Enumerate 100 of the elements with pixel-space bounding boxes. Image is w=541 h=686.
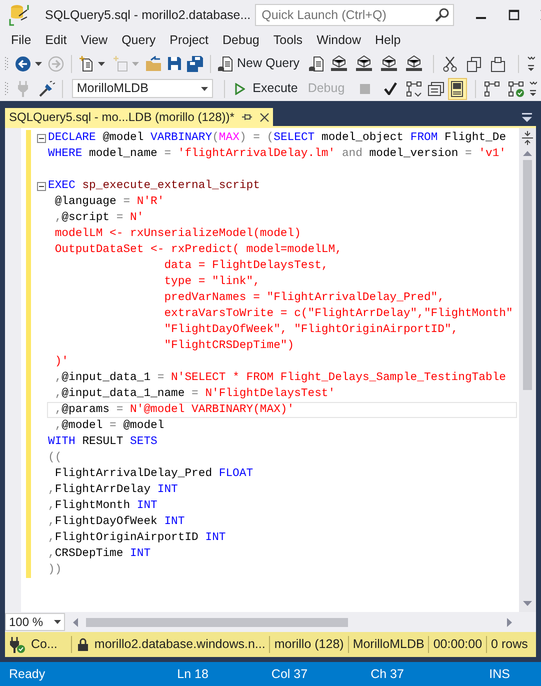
caret-icon[interactable] [35,62,42,66]
code-line: "FlightCRSDepTime") [163,338,296,354]
code-line: "FlightDayOfWeek", "FlightOriginAirportID", [163,322,460,338]
results-text-icon[interactable] [428,80,444,96]
menu-item[interactable]: Edit [38,29,74,52]
server-name: morillo2.database.windows.n... [94,636,266,654]
scroll-up-icon[interactable] [523,151,532,156]
collapse-icon[interactable] [36,182,46,190]
scrollbar-thumb[interactable] [523,160,532,390]
code-line: )) [47,562,63,578]
menu-item[interactable]: Project [162,29,216,52]
stop-icon [360,84,370,94]
code-line: ,@input_data_1_name = N'FlightDelaysTest' [54,386,336,402]
split-icon[interactable] [521,131,534,145]
code-line: WHERE model_name = 'flightArrivalDelay.lm' and model_version = 'v1' [47,146,508,162]
connected-icon [9,636,25,652]
code-line: ,@input_data_1 = N'SELECT * FROM Flight_Delays_Sample_TestingTable [54,370,507,386]
code-line: extraVarsToWrite = c("FlightArrDelay","FlightMonth" [163,306,514,322]
scroll-down-icon[interactable] [523,601,532,606]
new-query-button[interactable]: New Query [217,53,301,74]
document-tab[interactable]: SQLQuery5.sql - mo...LDB (morillo (128))* [5,108,274,126]
database-dropdown[interactable]: MorilloMLDB [72,79,213,98]
menu-item[interactable]: View [74,29,115,52]
overflow-icon[interactable] [526,54,535,72]
scroll-right-icon[interactable] [507,618,512,626]
char-number: Ch 37 [370,666,404,683]
menu-item[interactable]: Debug [216,29,266,52]
search-icon [434,8,449,22]
code-line: WITH RESULT SETS [47,435,158,450]
zoom-dropdown[interactable]: 100 % [5,613,65,631]
checkmark-icon[interactable] [384,82,397,95]
play-icon [234,82,245,94]
menu-item[interactable]: Window [310,29,368,52]
execution-plan-icon[interactable] [406,80,422,96]
tab-list-icon[interactable] [522,112,532,122]
code-line: modelLM <- rxUnserializeModel(model) [54,226,302,242]
database-document-icon[interactable] [308,56,324,72]
collapse-icon[interactable] [36,134,46,142]
code-line: ,FlightOriginAirportID INT [47,530,227,546]
menu-item[interactable]: File [4,29,38,52]
caret-icon [132,62,139,66]
caret-icon [54,620,61,624]
connection-status: Co... [31,636,58,654]
code-line: (( [47,450,63,466]
caret-icon [200,86,208,90]
code-line: ,@script = N' [54,210,145,226]
save-icon[interactable] [167,56,182,71]
flow-check-icon[interactable] [508,80,524,96]
quick-launch-field[interactable]: Quick Launch (Ctrl+Q) [254,4,454,26]
elapsed-time: 00:00:00 [433,636,482,654]
menu-item[interactable]: Tools [266,29,310,52]
code-line: OutputDataSet <- rxPredict( model=modelLM, [54,242,343,258]
line-number: Ln 18 [177,666,208,683]
vertical-scrollbar[interactable] [519,128,536,612]
overflow-icon[interactable] [529,80,537,98]
app-icon [9,4,29,26]
change-connection-icon[interactable] [39,80,55,96]
save-all-icon[interactable] [187,56,203,72]
code-line: data = FlightDelaysTest, [163,258,330,274]
folder-icon[interactable] [145,56,162,72]
code-line: ,FlightArrDelay INT [47,482,179,498]
new-file-icon[interactable] [79,56,95,72]
code-line: ,CRSDepTime INT [47,546,152,562]
back-icon[interactable] [15,56,31,72]
close-icon[interactable] [260,112,270,122]
database-name: MorilloMLDB [352,636,424,654]
code-line: type = "link", [163,274,261,290]
status-text: Ready [9,666,46,683]
paste-icon[interactable] [490,56,505,72]
results-grid-icon[interactable] [451,80,464,96]
code-line: ,@model = @model [54,418,166,434]
lock-icon [78,638,88,651]
code-line: @language = N'R' [54,194,166,210]
caret-icon[interactable] [98,62,105,66]
cut-icon[interactable] [442,56,457,72]
row-count: 0 rows [491,636,528,654]
insert-mode: INS [489,666,510,683]
code-line: ,FlightMonth INT [47,498,158,514]
document-icon [218,56,233,72]
flow-icon[interactable] [484,80,500,96]
debug-button: Debug [306,78,346,99]
pin-icon[interactable] [242,112,252,122]
add-item-icon [113,56,129,72]
menu-item[interactable]: Help [368,29,408,52]
plug-icon [17,80,29,96]
window-title: SQLQuery5.sql - morillo2.database... [45,6,251,24]
scroll-left-icon[interactable] [73,618,78,626]
code-line: FlightArrivalDelay_Pred FLOAT [54,466,254,482]
execute-button[interactable]: Execute [234,78,299,99]
copy-icon[interactable] [466,56,481,72]
column-number: Col 37 [271,666,308,683]
scrollbar-thumb[interactable] [86,618,348,626]
maximize-icon[interactable] [508,9,520,21]
menu-item[interactable]: Query [114,29,163,52]
user-name: morillo (128) [274,636,344,654]
code-line: ,FlightDayOfWeek INT [47,514,186,530]
code-line: DECLARE @model VARBINARY(MAX) = (SELECT model_object FROM Flight_De [47,130,508,146]
code-line: )' [54,354,70,370]
code-line: EXEC sp_execute_external_script [47,178,261,194]
forward-icon [48,56,64,72]
